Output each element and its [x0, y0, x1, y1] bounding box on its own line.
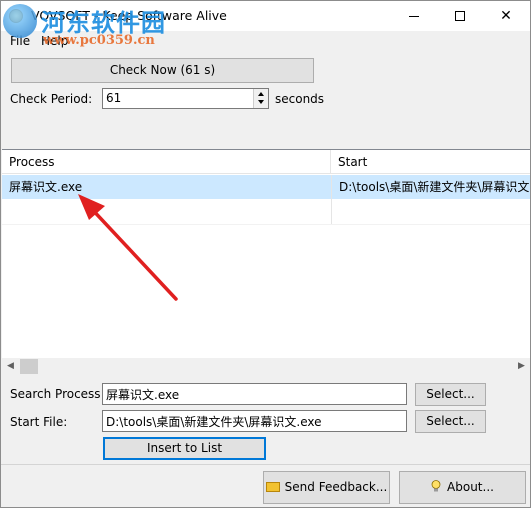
horizontal-scrollbar[interactable]: ◀ ▶ [2, 358, 530, 375]
minimize-button[interactable] [391, 1, 437, 31]
send-feedback-label: Send Feedback... [284, 480, 388, 494]
footer-divider [1, 464, 530, 465]
check-period-label: Check Period: [10, 92, 93, 106]
select-file-button[interactable]: Select... [415, 410, 486, 433]
start-file-input[interactable]: D:\tools\桌面\新建文件夹\屏幕识文.exe [102, 410, 407, 432]
column-header-start[interactable]: Start [331, 150, 530, 174]
select-process-button[interactable]: Select... [415, 383, 486, 406]
annotation-arrow-icon [78, 194, 178, 301]
check-period-value: 61 [106, 91, 122, 105]
search-process-input[interactable]: 屏幕识文.exe [102, 383, 407, 405]
search-process-label: Search Process: [10, 387, 105, 401]
start-cell: D:\tools\桌面\新建文件夹\屏幕识文.exe [331, 175, 530, 199]
send-feedback-button[interactable]: Send Feedback... [263, 471, 390, 504]
maximize-button[interactable] [437, 1, 483, 31]
seconds-unit-label: seconds [275, 92, 325, 106]
spin-up-icon[interactable] [258, 92, 264, 96]
check-now-button[interactable]: Check Now (61 s) [11, 58, 314, 83]
close-icon: ✕ [500, 8, 512, 24]
spin-down-icon[interactable] [258, 100, 264, 104]
about-button[interactable]: About... [399, 471, 526, 504]
scroll-right-icon[interactable]: ▶ [513, 358, 530, 375]
start-file-label: Start File: [10, 415, 68, 429]
check-period-input[interactable]: 61 [102, 88, 269, 109]
check-period-spinner[interactable] [253, 89, 268, 108]
lightbulb-icon [431, 480, 441, 492]
column-header-process[interactable]: Process [2, 150, 331, 174]
envelope-icon [265, 481, 280, 492]
watermark-url: www.pc0359.cn [43, 33, 155, 48]
insert-to-list-button[interactable]: Insert to List [103, 437, 266, 460]
app-window: VOVSOFT - Keep Software Alive ✕ File Hel… [0, 0, 531, 508]
close-button[interactable]: ✕ [483, 1, 529, 31]
maximize-icon [455, 11, 465, 21]
scrollbar-thumb[interactable] [20, 359, 38, 374]
watermark-logo-icon [3, 4, 37, 38]
list-header: Process Start [2, 150, 530, 174]
minimize-icon [409, 15, 419, 17]
scroll-left-icon[interactable]: ◀ [2, 358, 19, 375]
about-label: About... [447, 480, 494, 494]
column-divider [331, 199, 332, 225]
